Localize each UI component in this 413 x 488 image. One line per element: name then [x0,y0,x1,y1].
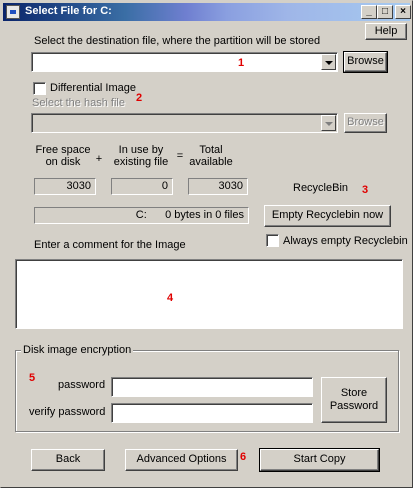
marker-4: 4 [167,292,174,304]
start-copy-button[interactable]: Start Copy [259,448,380,472]
destination-dropdown-icon[interactable] [321,54,336,70]
equals-sign: = [176,150,184,162]
password-label: password [58,379,106,391]
close-button[interactable]: × [395,5,411,19]
free-space-header: Free space on disk [35,144,91,168]
marker-5: 5 [29,372,36,384]
app-icon [6,5,20,19]
destination-browse-button[interactable]: Browse [343,51,388,73]
verify-password-input[interactable] [111,403,313,423]
in-use-value: 0 [111,178,173,195]
marker-1: 1 [238,57,245,69]
empty-recyclebin-button[interactable]: Empty Recyclebin now [264,205,391,227]
hash-browse-button[interactable]: Browse [344,113,387,133]
destination-label: Select the destination file, where the p… [34,35,321,47]
recyclebin-info: C: 0 bytes in 0 files [34,207,249,224]
always-empty-checkbox[interactable] [266,234,279,247]
total-available-header: Total available [189,144,233,168]
marker-6: 6 [240,451,247,463]
hash-dropdown-icon[interactable] [321,115,336,131]
encryption-group-label: Disk image encryption [21,344,134,356]
comment-textarea[interactable] [15,259,403,329]
comment-label: Enter a comment for the Image [34,239,186,251]
differential-label: Differential Image [50,82,137,94]
password-input[interactable] [111,377,313,397]
back-button[interactable]: Back [31,449,105,471]
window-title: Select File for C: [25,5,112,17]
destination-combo[interactable] [31,52,338,72]
in-use-header: In use by existing file [113,144,169,168]
recyclebin-label: RecycleBin [293,182,349,194]
always-empty-label: Always empty Recyclebin [283,235,408,247]
select-file-dialog: Select File for C: _ □ × Help Select the… [0,0,413,488]
differential-checkbox[interactable] [33,82,46,95]
minimize-button[interactable]: _ [361,5,377,19]
title-bar: Select File for C: _ □ × [3,3,411,21]
maximize-button[interactable]: □ [377,5,393,19]
hash-combo[interactable] [31,113,338,133]
total-available-value: 3030 [188,178,248,195]
store-password-button[interactable]: Store Password [321,377,387,423]
verify-password-label: verify password [29,406,106,418]
hash-label: Select the hash file [32,97,125,109]
free-space-value: 3030 [34,178,96,195]
help-button[interactable]: Help [365,23,407,40]
marker-2: 2 [136,92,143,104]
advanced-options-button[interactable]: Advanced Options [125,449,238,471]
plus-sign: + [95,153,103,165]
marker-3: 3 [362,184,369,196]
